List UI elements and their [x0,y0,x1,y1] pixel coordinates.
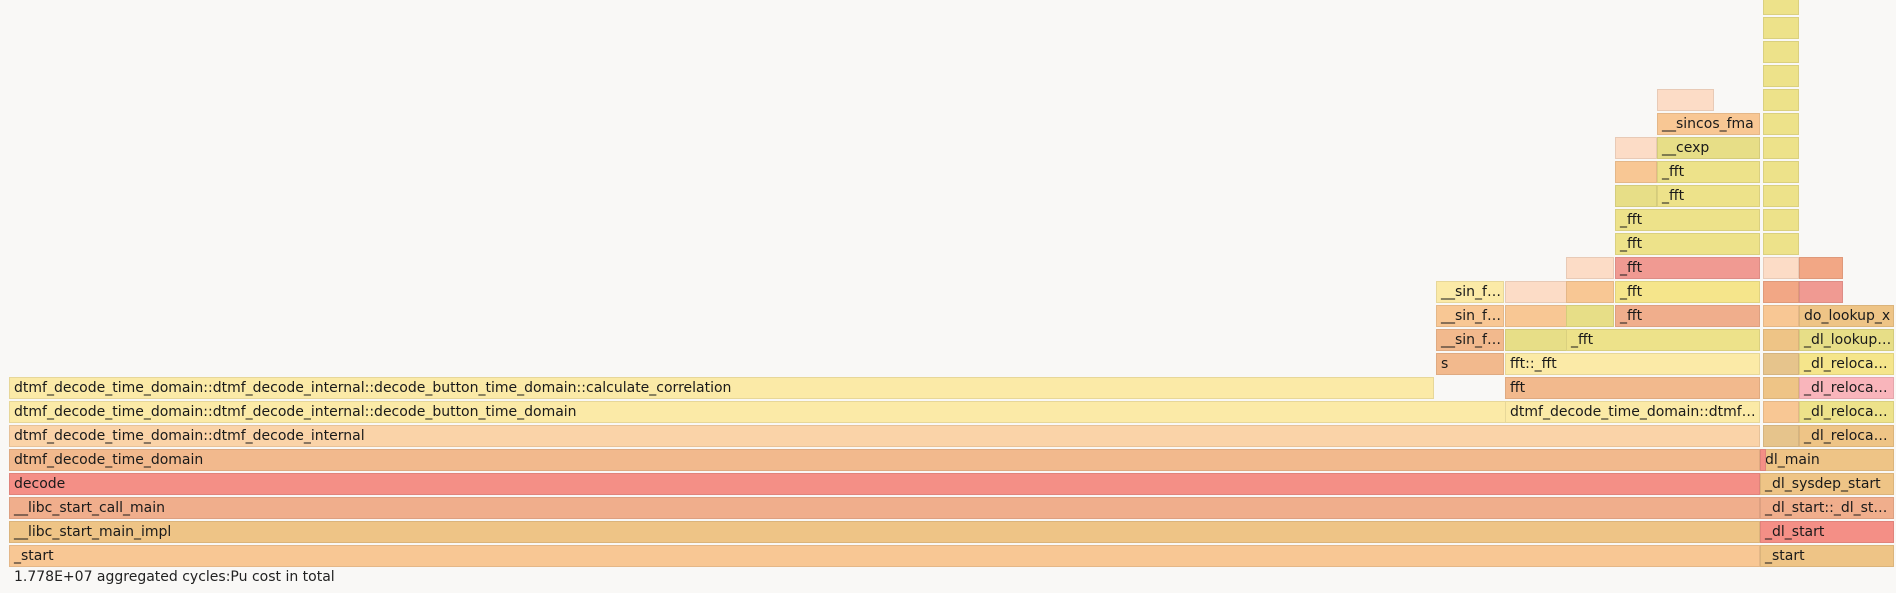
frame-unlabeled[interactable] [1763,377,1799,399]
frame-fft-fft[interactable]: fft::_fft [1505,353,1760,375]
frame-libc-start-main-impl[interactable]: __libc_start_main_impl [9,521,1760,543]
frame-unlabeled[interactable] [1763,329,1799,351]
frame-unlabeled[interactable] [1799,281,1843,303]
frame-unlabeled[interactable] [1763,425,1799,447]
frame-dtmf-decode-time-domain[interactable]: dtmf_decode_time_domain [9,449,1760,471]
frame-decode[interactable]: decode [9,473,1760,495]
frame-dtmf-decode-time-domain-dtmf-decode-internal-decode-button-time-domain-fft[interactable]: dtmf_decode_time_domain::dtmf_decode_int… [1505,401,1760,423]
frame-unlabeled[interactable] [1763,353,1799,375]
frame-start[interactable]: _start [1760,545,1894,567]
frame-unlabeled[interactable] [1615,137,1657,159]
frame-unlabeled[interactable] [1763,185,1799,207]
frame-unlabeled[interactable] [1505,281,1567,303]
frame-start[interactable]: _start [9,545,1760,567]
frame-unlabeled[interactable] [1763,113,1799,135]
frame-unlabeled[interactable] [1763,137,1799,159]
frame-dl-relocate-object[interactable]: _dl_relocate_object [1799,353,1894,375]
frame-dl-main[interactable]: dl_main [1760,449,1894,471]
frame-unlabeled[interactable] [1763,257,1799,279]
frame-unlabeled[interactable] [1799,257,1843,279]
frame-sin-fma[interactable]: __sin_fma [1436,281,1504,303]
frame-fft[interactable]: _fft [1615,209,1760,231]
frame-sin-fma[interactable]: __sin_fma [1436,329,1504,351]
frame-unlabeled[interactable] [1763,161,1799,183]
frame-unlabeled[interactable] [1763,233,1799,255]
frame-unlabeled[interactable] [1615,161,1657,183]
frame-fft[interactable]: _fft [1615,233,1760,255]
frame-unlabeled[interactable] [1763,41,1799,63]
frame-fft[interactable]: _fft [1615,257,1760,279]
frame-unlabeled[interactable] [1763,0,1799,15]
frame-unlabeled[interactable] [1763,89,1799,111]
frame-unlabeled[interactable] [1763,281,1799,303]
frame-dl-lookup-symbol-x[interactable]: _dl_lookup_symbol_x [1799,329,1894,351]
frame-dtmf-decode-time-domain-dtmf-decode-internal-decode-button-time-domain[interactable]: dtmf_decode_time_domain::dtmf_decode_int… [9,401,1506,423]
frame-fft[interactable]: fft [1505,377,1760,399]
frame-cexp[interactable]: __cexp [1657,137,1760,159]
frame-dtmf-decode-time-domain-dtmf-decode-internal[interactable]: dtmf_decode_time_domain::dtmf_decode_int… [9,425,1760,447]
frame-dl-start-dl-start-final[interactable]: _dl_start::_dl_start_final [1760,497,1894,519]
frame-do-lookup-x[interactable]: do_lookup_x [1799,305,1894,327]
frame-libc-start-call-main[interactable]: __libc_start_call_main [9,497,1760,519]
frame-unlabeled[interactable] [1505,305,1567,327]
frame-dl-sysdep-start[interactable]: _dl_sysdep_start [1760,473,1894,495]
frame-unlabeled[interactable] [1566,257,1614,279]
frame-unlabeled[interactable] [1763,401,1799,423]
frame-dl-relocate-object[interactable]: _dl_relocate_object [1799,401,1894,423]
frame-dl-relocate-object[interactable]: _dl_relocate_object [1799,377,1894,399]
frame-unlabeled[interactable] [1763,17,1799,39]
frame-fft[interactable]: _fft [1566,329,1760,351]
frame-sin-fma[interactable]: __sin_fma [1436,305,1504,327]
frame-fft[interactable]: _fft [1615,305,1760,327]
frame-unlabeled[interactable] [1566,281,1614,303]
status-bar: 1.778E+07 aggregated cycles:Pu cost in t… [14,569,335,585]
flame-graph: _start __libc_start_main_impl __libc_start… [0,0,1896,593]
frame-unlabeled[interactable] [1505,329,1567,351]
frame-fft[interactable]: _fft [1615,281,1760,303]
frame-unlabeled[interactable] [1763,209,1799,231]
frame-unlabeled[interactable] [1760,449,1766,471]
frame-fft[interactable]: _fft [1657,185,1760,207]
frame-dl-relocate-object[interactable]: _dl_relocate_object [1799,425,1894,447]
frame-s[interactable]: s [1436,353,1504,375]
frame-unlabeled[interactable] [1763,305,1799,327]
frame-unlabeled[interactable] [1763,65,1799,87]
frame-sincos-fma[interactable]: __sincos_fma [1657,113,1760,135]
frame-dl-start[interactable]: _dl_start [1760,521,1894,543]
frame-unlabeled[interactable] [1566,305,1614,327]
frame-fft[interactable]: _fft [1657,161,1760,183]
frame-unlabeled[interactable] [1615,185,1657,207]
frame-unlabeled[interactable] [1657,89,1714,111]
frame-dtmf-decode-time-domain-dtmf-decode-internal-decode-button-time-domain-calculate-correlation[interactable]: dtmf_decode_time_domain::dtmf_decode_int… [9,377,1434,399]
